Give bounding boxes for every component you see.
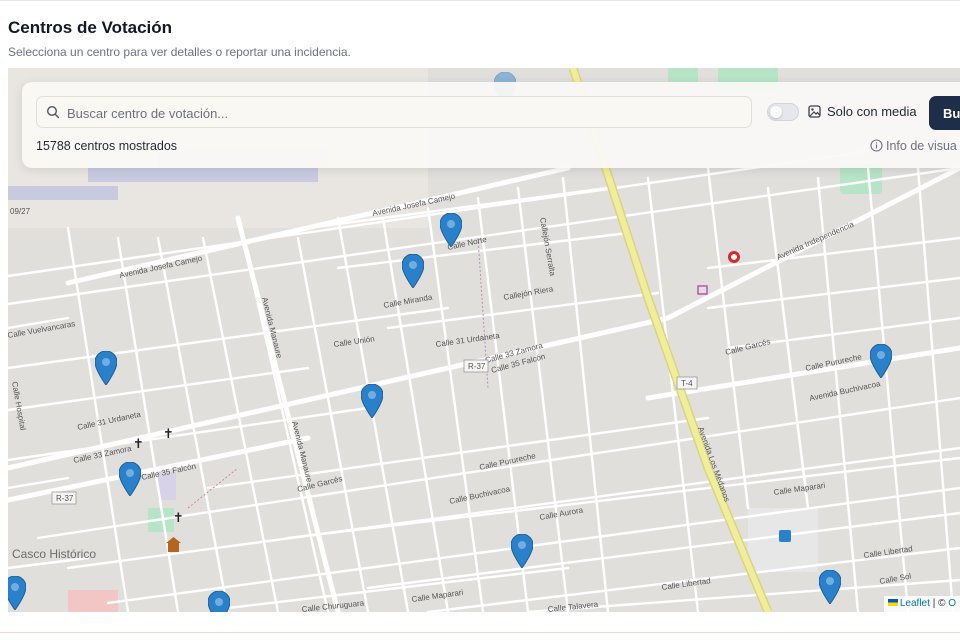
svg-text:✝: ✝ xyxy=(173,511,184,526)
svg-text:✝: ✝ xyxy=(163,427,174,442)
osm-link[interactable]: O xyxy=(948,598,956,609)
leaflet-link[interactable]: Leaflet xyxy=(900,598,930,609)
filter-panel: Solo con media Bu 15788 centros mostrado… xyxy=(22,82,960,168)
map-marker[interactable] xyxy=(119,462,141,496)
map-marker[interactable] xyxy=(402,254,424,288)
top-border xyxy=(0,0,960,1)
media-filter-label: Solo con media xyxy=(827,104,917,119)
map-marker[interactable] xyxy=(208,591,230,612)
runway-label: 09/27 xyxy=(10,207,31,216)
map-marker[interactable] xyxy=(440,213,462,247)
map-marker[interactable] xyxy=(870,344,892,378)
media-toggle[interactable] xyxy=(767,103,799,121)
search-icon xyxy=(46,105,60,119)
route-shield-r37: R-37 xyxy=(463,359,489,373)
toggle-knob xyxy=(770,106,782,118)
bottom-border xyxy=(0,632,960,633)
map-view[interactable]: ✝ ✝ ✝ Avenida Josefa Camejo Avenida Jose… xyxy=(8,68,960,612)
svg-text:R-37: R-37 xyxy=(468,362,486,371)
search-input[interactable] xyxy=(65,102,739,124)
search-button[interactable]: Bu xyxy=(929,96,960,130)
attribution-separator: | © xyxy=(932,598,946,609)
map-marker[interactable] xyxy=(511,534,533,568)
ukraine-flag-icon xyxy=(887,599,898,606)
results-count: 15788 centros mostrados xyxy=(36,139,178,153)
page-subtitle: Selecciona un centro para ver detalles o… xyxy=(8,45,351,59)
image-icon xyxy=(808,105,821,118)
map-marker[interactable] xyxy=(8,576,26,610)
search-box[interactable] xyxy=(36,96,752,128)
map-attribution: Leaflet | © O xyxy=(883,596,960,612)
info-link[interactable]: Info de visua xyxy=(870,139,957,153)
map-marker[interactable] xyxy=(95,351,117,385)
info-icon xyxy=(870,139,883,152)
district-label: Casco Histórico xyxy=(12,547,96,561)
svg-text:R-37: R-37 xyxy=(56,494,74,503)
svg-text:T-4: T-4 xyxy=(681,379,693,388)
map-marker[interactable] xyxy=(819,570,841,604)
svg-text:✝: ✝ xyxy=(133,437,144,452)
info-label: Info de visua xyxy=(886,139,957,153)
route-shield-r37: R-37 xyxy=(51,491,77,505)
map-marker[interactable] xyxy=(361,384,383,418)
page-title: Centros de Votación xyxy=(8,18,173,37)
route-shield-t4: T-4 xyxy=(676,376,698,390)
